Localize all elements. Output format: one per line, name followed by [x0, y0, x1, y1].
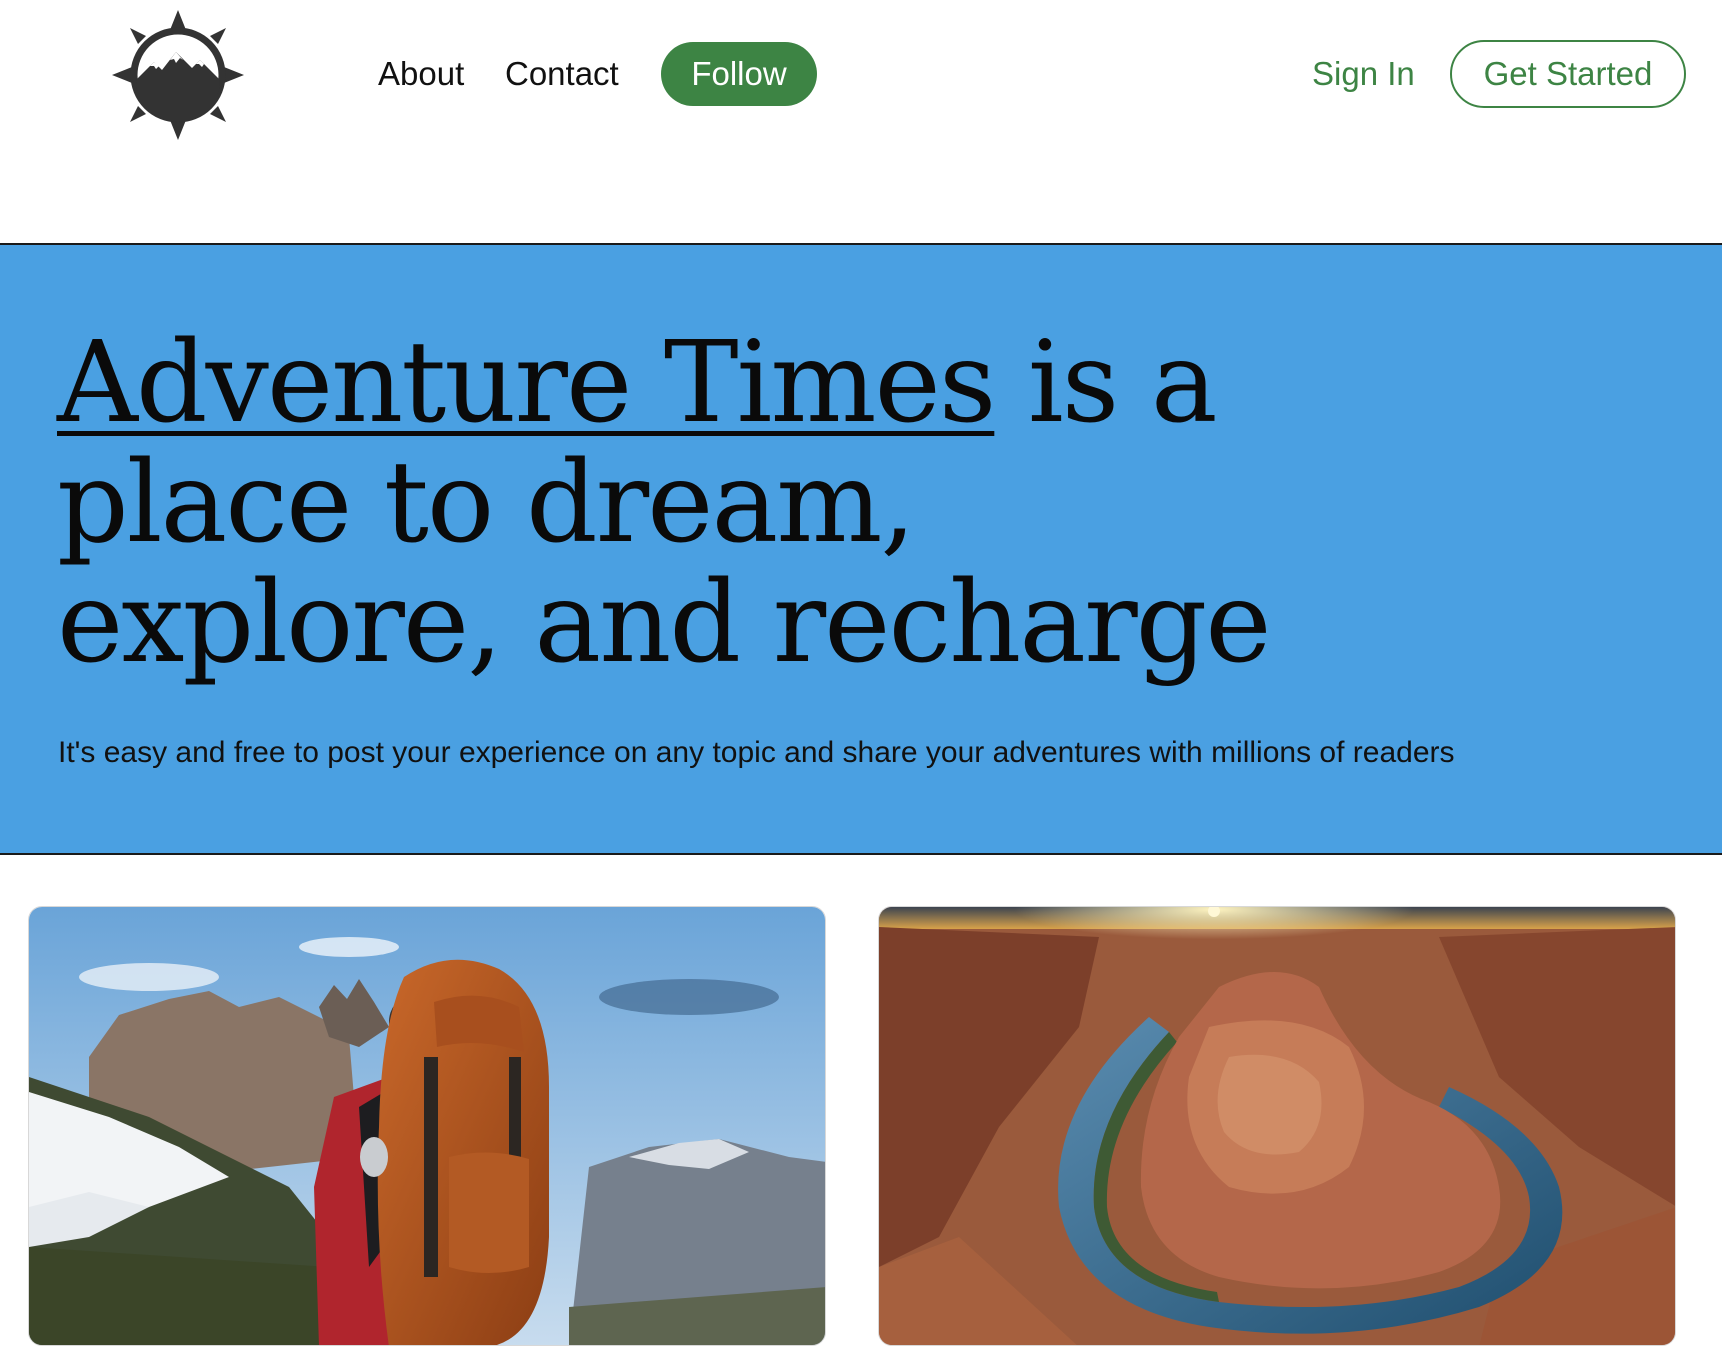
site-header: About Contact Follow Sign In Get Started	[0, 0, 1722, 245]
hero-title: Adventure Times is a place to dream, exp…	[57, 323, 1277, 683]
nav-about-link[interactable]: About	[378, 52, 464, 96]
compass-mountain-logo-icon[interactable]	[110, 8, 246, 142]
hero-banner: Adventure Times is a place to dream, exp…	[0, 245, 1722, 855]
hiker-with-orange-backpack-image	[29, 907, 825, 1345]
article-card-hiker[interactable]	[28, 906, 826, 1346]
article-card-canyon[interactable]	[878, 906, 1676, 1346]
nav-contact-link[interactable]: Contact	[505, 52, 619, 96]
sign-in-link[interactable]: Sign In	[1312, 52, 1415, 96]
get-started-button[interactable]: Get Started	[1450, 40, 1686, 108]
follow-button[interactable]: Follow	[661, 42, 817, 106]
hero-subtitle: It's easy and free to post your experien…	[58, 736, 1455, 769]
brand-link[interactable]: Adventure Times	[57, 318, 996, 448]
horseshoe-bend-canyon-image	[879, 907, 1675, 1345]
